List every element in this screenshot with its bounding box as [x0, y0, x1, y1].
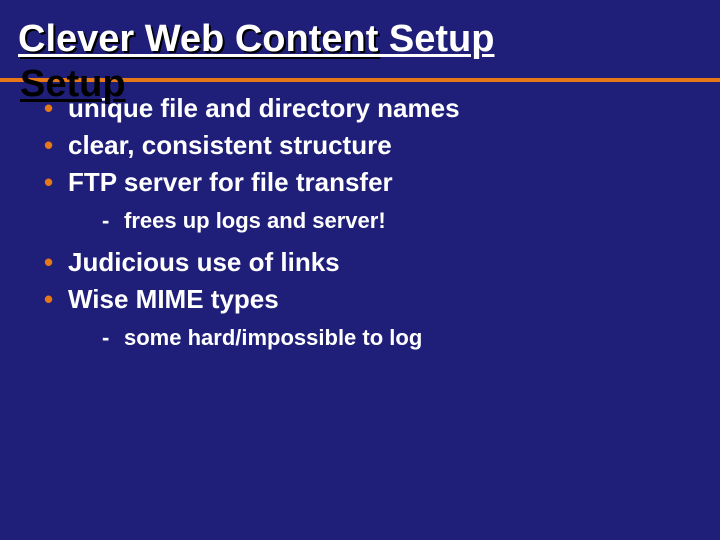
- bullet-list: unique file and directory names clear, c…: [40, 91, 680, 354]
- slide-title: Clever Web Content Setup Clever Web Cont…: [18, 18, 494, 61]
- list-item: FTP server for file transfer frees up lo…: [40, 165, 680, 237]
- sub-list-item: some hard/impossible to log: [68, 321, 680, 354]
- bullet-text: Wise MIME types: [68, 284, 279, 314]
- title-main: Clever Web Content Setup: [18, 18, 494, 60]
- bullet-text: Judicious use of links: [68, 247, 340, 277]
- sub-list-item: frees up logs and server!: [68, 204, 680, 237]
- sub-list: some hard/impossible to log: [68, 321, 680, 354]
- sub-bullet-text: some hard/impossible to log: [124, 325, 422, 350]
- sub-list: frees up logs and server!: [68, 204, 680, 237]
- list-item: Judicious use of links: [40, 245, 680, 280]
- bullet-text: clear, consistent structure: [68, 130, 392, 160]
- bullet-text: FTP server for file transfer: [68, 167, 393, 197]
- title-wrap: Clever Web Content Setup Clever Web Cont…: [0, 0, 720, 61]
- slide: Clever Web Content Setup Clever Web Cont…: [0, 0, 720, 540]
- sub-bullet-text: frees up logs and server!: [124, 208, 386, 233]
- list-item: Wise MIME types some hard/impossible to …: [40, 282, 680, 354]
- list-item: clear, consistent structure: [40, 128, 680, 163]
